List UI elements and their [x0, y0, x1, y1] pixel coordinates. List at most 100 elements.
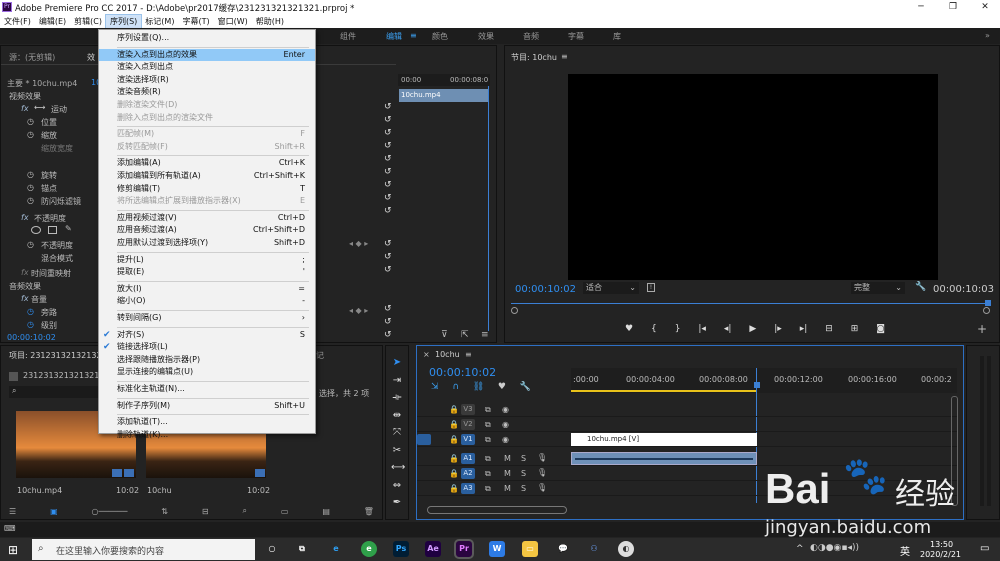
premiere-taskbar-icon[interactable]: Pr	[454, 539, 474, 559]
eye-icon[interactable]: ◉	[502, 405, 509, 414]
reset-icon[interactable]: ↺	[384, 264, 394, 277]
track-label-a2[interactable]: A2	[461, 468, 475, 479]
time-ruler[interactable]: :00:00 00:00:04:00 00:00:08:00 00:00:12:…	[571, 368, 957, 393]
ripple-edit-icon[interactable]: ⟛	[391, 389, 403, 407]
menu-sequence[interactable]: 序列(S)	[104, 14, 143, 29]
play-icon[interactable]: ▶	[749, 324, 756, 334]
menu-edit[interactable]: 编辑(E)	[35, 15, 70, 28]
menu-file[interactable]: 文件(F)	[0, 15, 35, 28]
sync-lock-icon[interactable]: ⧉	[485, 454, 491, 464]
source-tab[interactable]: 源：(无剪辑)	[9, 52, 55, 63]
effect-controls-timecode[interactable]: 00:00:10:02	[7, 333, 56, 342]
video-clip[interactable]: 10chu.mp4 [V]	[571, 433, 757, 446]
menu-item[interactable]: 缩小(O) -	[99, 295, 315, 307]
lock-icon[interactable]: 🔒	[449, 420, 459, 429]
workspace-overflow-icon[interactable]: »	[985, 31, 990, 40]
track-label-a3[interactable]: A3	[461, 483, 475, 494]
mark-out-icon[interactable]: }	[675, 324, 681, 334]
mute-button[interactable]: M	[504, 454, 511, 463]
icon-view-icon[interactable]: ▣	[50, 507, 58, 516]
reset-icon[interactable]: ↺	[384, 127, 394, 140]
menu-title[interactable]: 字幕(T)	[178, 15, 213, 28]
automate-icon[interactable]: ⊟	[202, 507, 209, 516]
menu-item[interactable]: 渲染音频(R)	[99, 86, 315, 98]
go-to-in-icon[interactable]: |◂	[698, 324, 706, 334]
clock-time[interactable]: 13:50	[930, 540, 953, 549]
ellipse-mask-icon[interactable]	[31, 226, 41, 234]
step-forward-icon[interactable]: |▸	[774, 324, 782, 334]
program-playhead[interactable]	[985, 300, 991, 306]
project-tab-2[interactable]: 记	[316, 350, 324, 361]
rolling-edit-icon[interactable]: ⇹	[391, 407, 403, 425]
opacity-label[interactable]: 不透明度	[34, 213, 66, 224]
menu-item[interactable]: 渲染入点到出点的效果 Enter	[99, 48, 315, 61]
stopwatch-icon[interactable]: ◷	[27, 170, 34, 179]
reset-icon[interactable]: ↺	[384, 153, 394, 166]
menu-item[interactable]: 选择跟随播放指示器(P)	[99, 354, 315, 366]
notification-icon[interactable]: ▭	[980, 543, 989, 554]
mark-in-icon[interactable]: {	[651, 324, 657, 334]
track-select-icon[interactable]: ⇥	[391, 372, 403, 390]
app-icon[interactable]: ⚇	[586, 541, 602, 557]
close-icon[interactable]: ×	[423, 350, 430, 359]
effects-tab[interactable]: 效	[87, 52, 95, 63]
wechat-icon[interactable]: 💬	[555, 541, 571, 557]
lift-icon[interactable]: ⊟	[825, 324, 833, 334]
project-tab[interactable]: 项目: 231231321321321	[9, 350, 107, 361]
program-timecode[interactable]: 00:00:10:02	[515, 284, 576, 295]
eye-icon[interactable]: ◉	[502, 420, 509, 429]
stopwatch-icon[interactable]: ◷	[27, 240, 34, 249]
fit-dropdown[interactable]: 适合 ⌄	[583, 282, 639, 294]
menu-clip[interactable]: 剪辑(C)	[70, 15, 106, 28]
reset-icon[interactable]: ↺	[384, 114, 394, 127]
menu-item[interactable]: 渲染入点到出点	[99, 61, 315, 73]
selection-tool-icon[interactable]: ➤	[391, 354, 403, 372]
app-icon-2[interactable]: ◐	[618, 541, 634, 557]
workspace-assembly[interactable]: 组件	[340, 31, 356, 42]
sequence-menu-icon[interactable]: ≡	[465, 350, 472, 359]
tray-icons[interactable]: ◐◑●◉▪◂))	[810, 543, 859, 553]
menu-item[interactable]: 制作子序列(M) Shift+U	[99, 400, 315, 412]
file-explorer-icon[interactable]: ▭	[522, 541, 538, 557]
program-menu-icon[interactable]: ≡	[561, 52, 568, 61]
reset-icon[interactable]: ↺	[384, 140, 394, 153]
lock-icon[interactable]: 🔒	[449, 435, 459, 444]
menu-item[interactable]: 渲染选择项(R)	[99, 74, 315, 86]
wps-icon[interactable]: W	[489, 541, 505, 557]
program-tab[interactable]: 节目: 10chu	[511, 52, 557, 63]
photoshop-icon[interactable]: Ps	[393, 541, 409, 557]
menu-item[interactable]: 显示连接的编辑点(U)	[99, 366, 315, 378]
reset-icon[interactable]: ↺	[384, 238, 394, 251]
reset-icon[interactable]: ↺	[384, 251, 394, 264]
microphone-icon[interactable]: 🎙	[537, 468, 547, 477]
rectangle-mask-icon[interactable]	[48, 226, 57, 234]
reset-icon[interactable]: ↺	[384, 303, 394, 316]
menu-item[interactable]: 提升(L);	[99, 254, 315, 266]
stopwatch-icon[interactable]: ◷	[27, 183, 34, 192]
menu-item[interactable]: 放大(I) =	[99, 283, 315, 295]
lock-icon[interactable]: 🔒	[449, 405, 459, 414]
menu-window[interactable]: 窗口(W)	[214, 15, 252, 28]
stopwatch-icon[interactable]: ◷	[27, 117, 34, 126]
stopwatch-icon[interactable]: ◷	[27, 130, 34, 139]
mute-button[interactable]: M	[504, 484, 511, 493]
ime-indicator[interactable]: 英	[900, 543, 910, 558]
menu-item[interactable]: 序列设置(Q)...	[99, 32, 315, 44]
menu-item[interactable]: ✔ 链接选择项(L)	[99, 341, 315, 353]
quality-dropdown[interactable]: 完整 ⌄	[851, 282, 905, 294]
reset-icon[interactable]: ↺	[384, 179, 394, 192]
solo-button[interactable]: S	[521, 454, 526, 463]
workspace-effects[interactable]: 效果	[478, 31, 494, 42]
sync-lock-icon[interactable]: ⧉	[485, 435, 491, 445]
keyframe-nav-icon[interactable]: ◂ ◆ ▸	[349, 306, 368, 315]
wrench-icon[interactable]: 🔧	[915, 282, 926, 292]
reset-icon[interactable]: ↺	[384, 205, 394, 218]
timeline-settings-icon[interactable]: 🔧	[520, 382, 531, 392]
stopwatch-icon[interactable]: ◷	[27, 196, 34, 205]
sync-lock-icon[interactable]: ⧉	[485, 405, 491, 415]
slip-icon[interactable]: ⟷	[391, 459, 405, 477]
delete-icon[interactable]: 🗑	[364, 507, 374, 516]
snap-icon[interactable]: ∩	[452, 382, 459, 392]
lock-icon[interactable]: 🔒	[449, 454, 459, 463]
eye-icon[interactable]: ◉	[502, 435, 509, 444]
